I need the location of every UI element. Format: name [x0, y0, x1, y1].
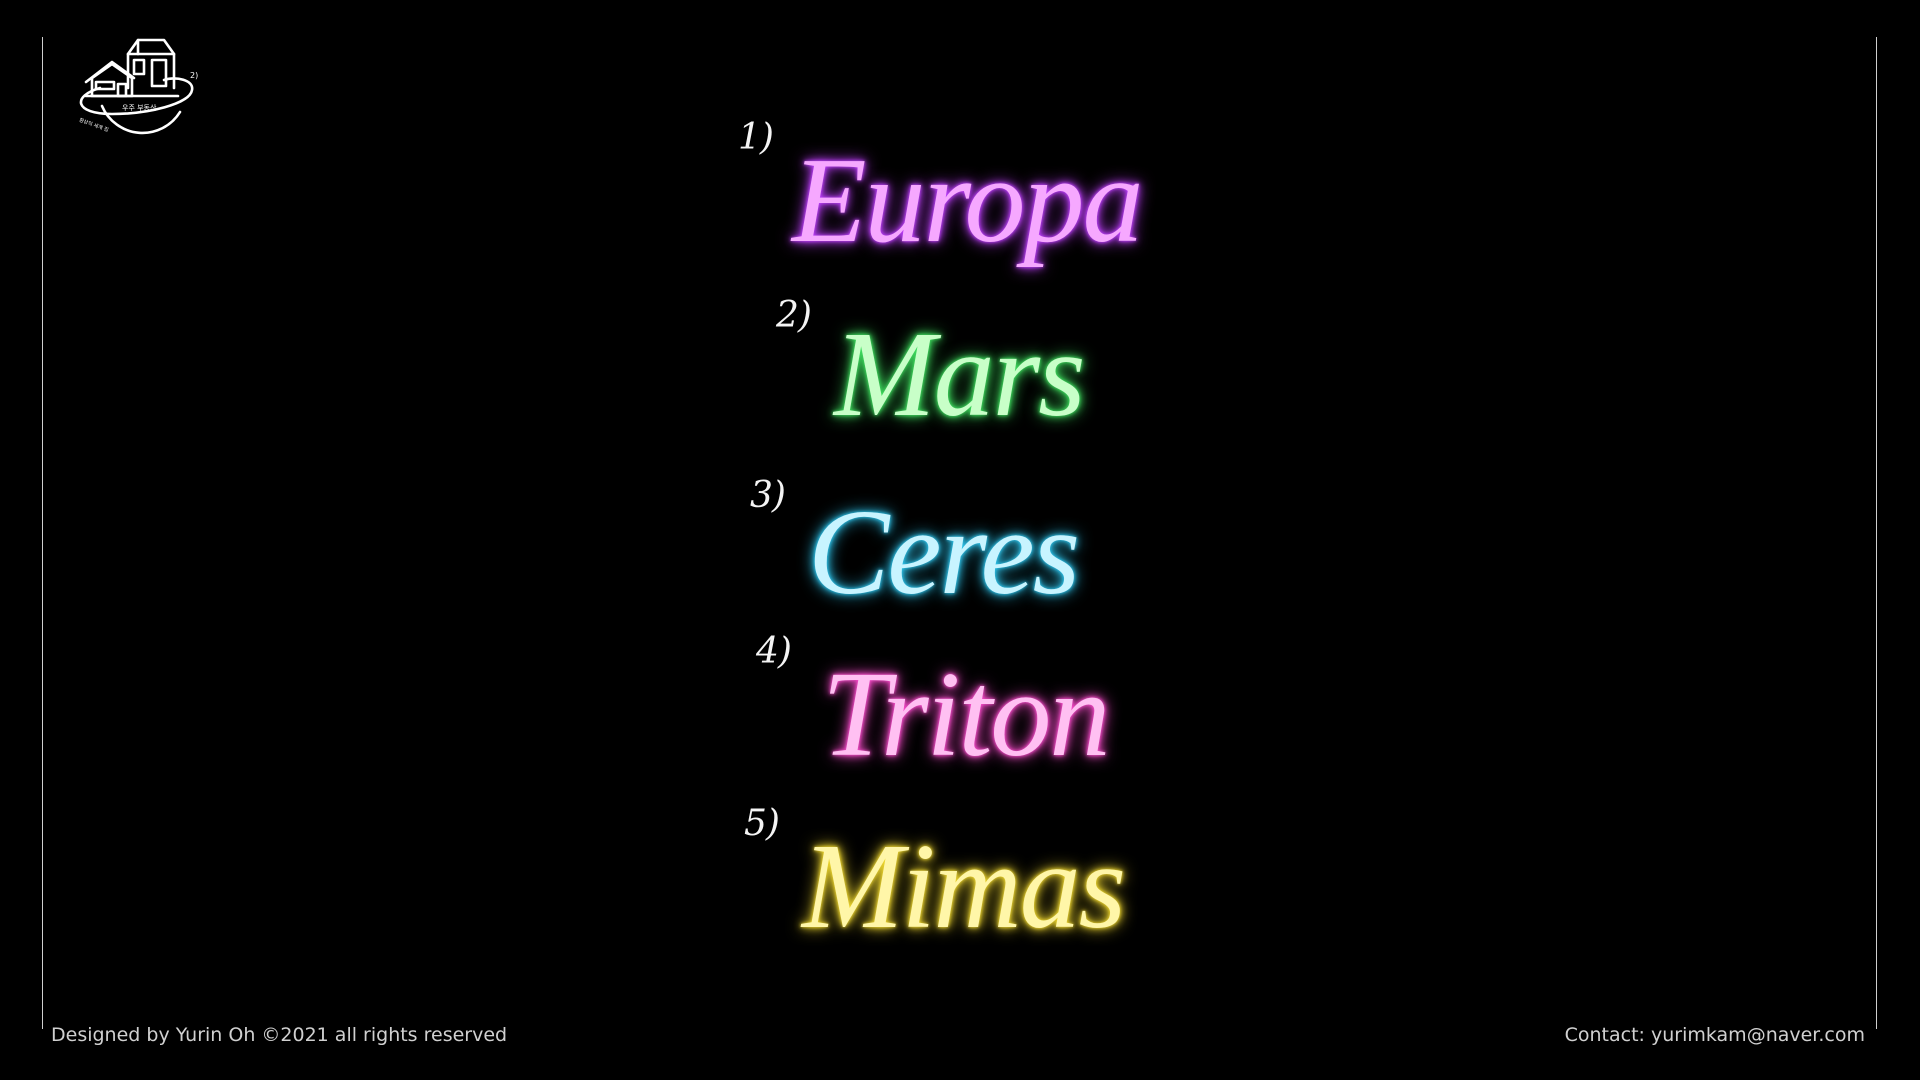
planet-name-europa: Europa: [792, 133, 1143, 268]
planet-number: 1): [738, 117, 774, 158]
planet-number: 2): [776, 295, 812, 336]
planet-number: 4): [756, 631, 792, 672]
planet-item-europa: 1) Europa: [738, 117, 1143, 270]
planet-item-mars: 2) Mars: [776, 298, 1116, 448]
planet-item-ceres: 3) Ceres: [750, 478, 1130, 628]
planet-number: 3): [750, 475, 786, 516]
footer-contact-email[interactable]: Contact: yurimkam@naver.com: [1565, 1024, 1865, 1046]
slide-canvas: 우주 부동산 환상의 세계 집 2) 1) Europa 2) Mars 3) …: [0, 0, 1920, 1080]
planet-list: 1) Europa 2) Mars 3) Ceres 4) Triton 5) …: [0, 0, 1920, 1080]
planet-name-ceres: Ceres: [808, 485, 1080, 620]
planet-name-triton: Triton: [822, 647, 1110, 782]
planet-item-triton: 4) Triton: [756, 634, 1126, 784]
planet-name-mimas: Mimas: [802, 819, 1126, 954]
planet-name-mars: Mars: [834, 307, 1086, 442]
footer-credit: Designed by Yurin Oh ©2021 all rights re…: [51, 1024, 508, 1046]
planet-item-mimas: 5) Mimas: [744, 806, 1134, 956]
planet-number: 5): [744, 803, 780, 844]
